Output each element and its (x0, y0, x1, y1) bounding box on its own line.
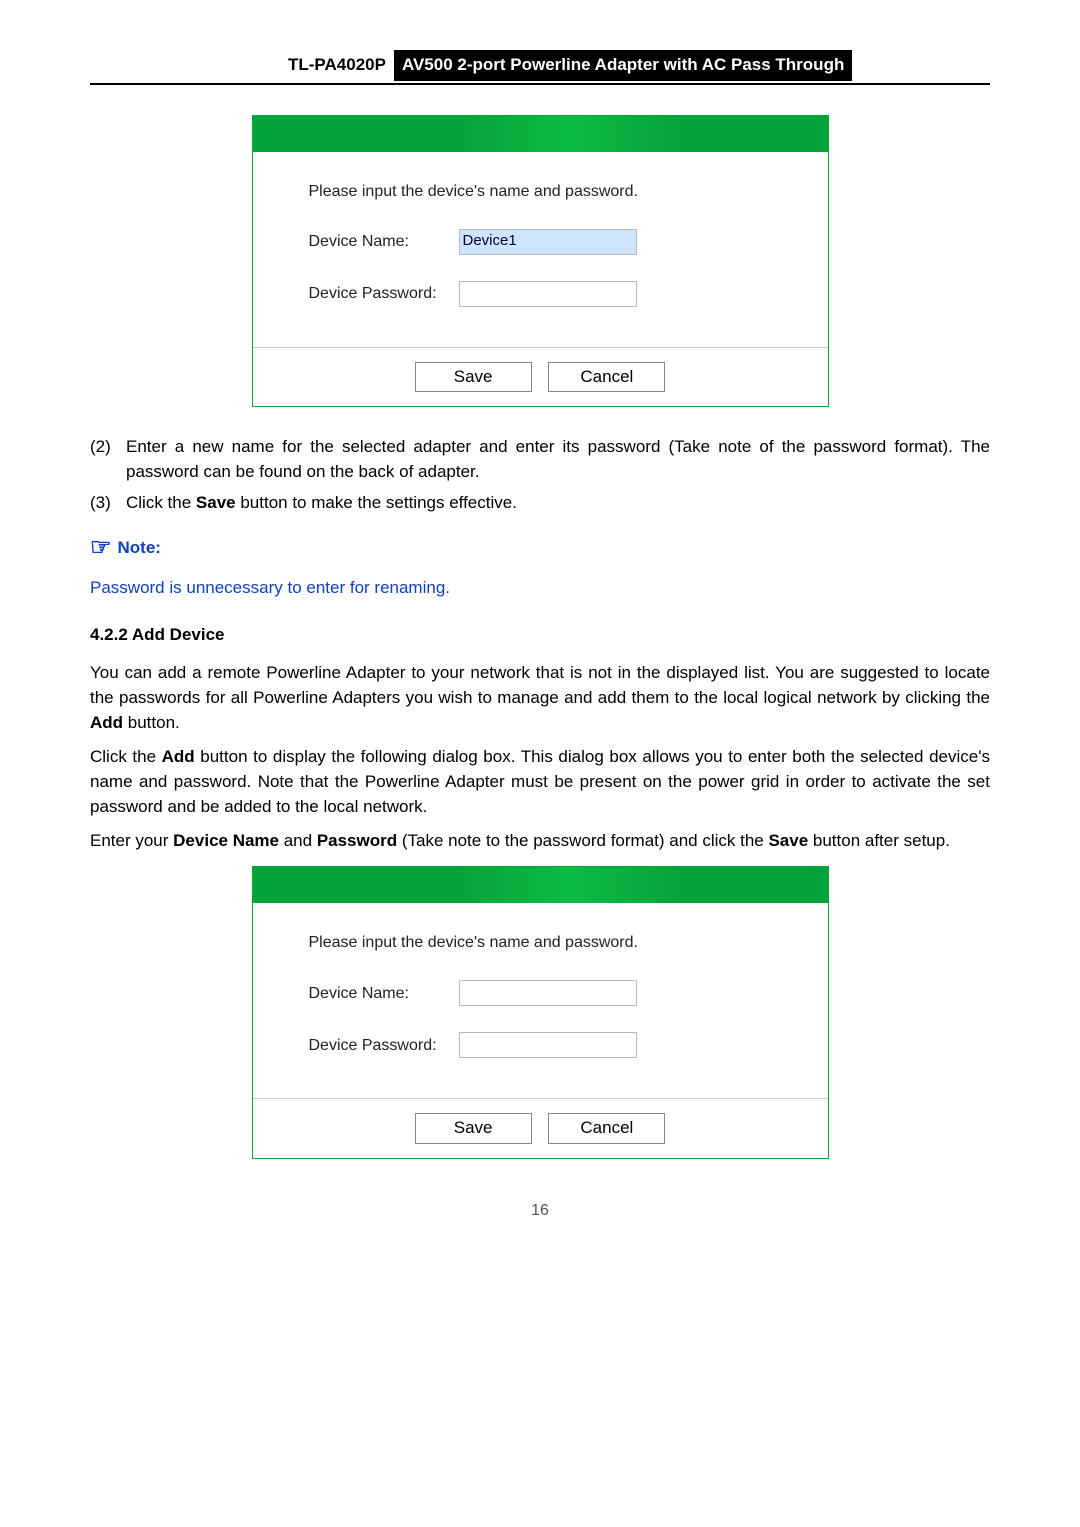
device-name-label: Device Name: (309, 230, 459, 253)
page-number: 16 (90, 1199, 990, 1222)
bold-add: Add (162, 747, 195, 766)
model-label: TL-PA4020P (280, 50, 394, 81)
bold-add: Add (90, 713, 123, 732)
text-frag: button. (123, 713, 180, 732)
text-frag: You can add a remote Powerline Adapter t… (90, 663, 990, 707)
text-frag: button to make the settings effective. (236, 493, 517, 512)
text-frag: Enter your (90, 831, 173, 850)
dialog-prompt: Please input the device's name and passw… (309, 180, 772, 203)
doc-header: TL-PA4020P AV500 2-port Powerline Adapte… (90, 50, 990, 85)
device-password-input[interactable] (459, 1032, 637, 1058)
bold-save: Save (768, 831, 808, 850)
device-name-input[interactable] (459, 980, 637, 1006)
step-number: (3) (90, 491, 126, 516)
text-frag: button to display the following dialog b… (90, 747, 990, 815)
step-number: (2) (90, 435, 126, 484)
hand-icon: ☞ (90, 534, 112, 561)
product-label: AV500 2-port Powerline Adapter with AC P… (394, 50, 852, 81)
note-heading: ☞ Note: (90, 531, 990, 566)
bold-devicename: Device Name (173, 831, 279, 850)
text-frag: Click the (90, 747, 162, 766)
bold-save: Save (196, 493, 236, 512)
dialog-device: Please input the device's name and passw… (252, 866, 829, 1159)
dialog-titlebar (253, 867, 828, 903)
note-label: Note: (118, 538, 161, 557)
device-password-input[interactable] (459, 281, 637, 307)
save-button[interactable]: Save (415, 362, 532, 393)
step-3: (3) Click the Save button to make the se… (90, 491, 990, 516)
cancel-button[interactable]: Cancel (548, 362, 665, 393)
device-name-label: Device Name: (309, 982, 459, 1005)
text-frag: Click the (126, 493, 196, 512)
cancel-button[interactable]: Cancel (548, 1113, 665, 1144)
text-frag: button after setup. (808, 831, 950, 850)
bold-password: Password (317, 831, 397, 850)
note-body: Password is unnecessary to enter for ren… (90, 576, 990, 601)
para-1: You can add a remote Powerline Adapter t… (90, 661, 990, 735)
device-name-input[interactable]: Device1 (459, 229, 637, 255)
para-3: Enter your Device Name and Password (Tak… (90, 829, 990, 854)
text-frag: and (279, 831, 317, 850)
text-frag: (Take note to the password format) and c… (397, 831, 768, 850)
section-title: 4.2.2 Add Device (90, 623, 990, 648)
dialog-titlebar (253, 116, 828, 152)
device-password-label: Device Password: (309, 1034, 459, 1057)
step-text: Enter a new name for the selected adapte… (126, 435, 990, 484)
para-2: Click the Add button to display the foll… (90, 745, 990, 819)
dialog-device: Please input the device's name and passw… (252, 115, 829, 408)
device-password-label: Device Password: (309, 282, 459, 305)
dialog-prompt: Please input the device's name and passw… (309, 931, 772, 954)
step-text: Click the Save button to make the settin… (126, 491, 990, 516)
save-button[interactable]: Save (415, 1113, 532, 1144)
step-2: (2) Enter a new name for the selected ad… (90, 435, 990, 484)
